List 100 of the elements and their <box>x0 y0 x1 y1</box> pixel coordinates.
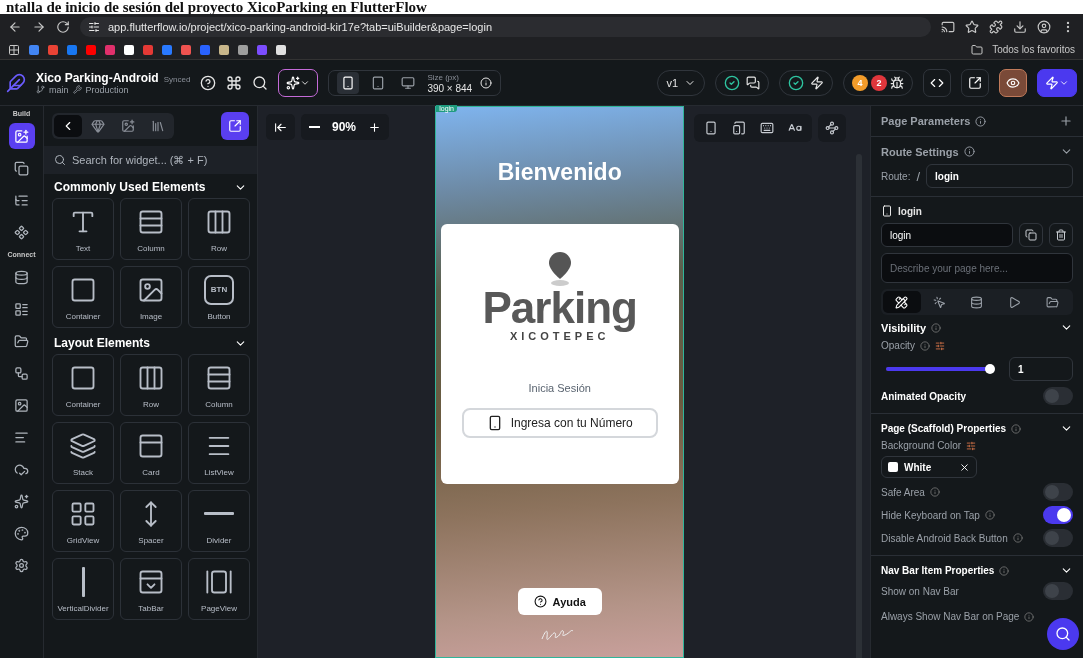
search-button[interactable] <box>1047 618 1079 650</box>
search-icon <box>54 154 66 166</box>
delete-button[interactable] <box>1049 223 1073 247</box>
chat-icon <box>746 75 760 90</box>
actions-icon <box>932 295 946 309</box>
cast-icon <box>941 20 955 34</box>
opacity-field[interactable]: 1 <box>1009 357 1073 381</box>
group-title: Layout Elements <box>54 336 151 350</box>
extensions-icon <box>989 20 1003 34</box>
widget-tile[interactable]: Column <box>120 198 182 260</box>
folder-icon <box>971 43 984 56</box>
widget-search-field[interactable]: Search for widget... (⌘ + F) <box>44 146 257 174</box>
toggle-switch[interactable] <box>1043 387 1073 405</box>
lightning-icon <box>1045 75 1059 90</box>
widget-tile[interactable]: Column <box>188 354 250 416</box>
toggle-switch[interactable] <box>1043 529 1073 547</box>
info-icon <box>1012 533 1023 543</box>
preview-button[interactable] <box>999 68 1027 97</box>
login-prompt: Inicia Sesión <box>528 382 591 394</box>
sparkles-icon <box>286 75 301 90</box>
widget-tile[interactable]: Row <box>120 354 182 416</box>
gem-icon <box>91 119 105 133</box>
address-bar[interactable]: app.flutterflow.io/project/xico-parking-android-kir17e?tab=uiBuilder&page=login <box>80 17 931 37</box>
device-button[interactable] <box>337 71 360 94</box>
properties-icon <box>895 295 909 309</box>
project-name: Xico Parking-Android <box>36 70 159 85</box>
keyboard-icon <box>760 121 775 135</box>
duplicate-button[interactable] <box>1019 223 1043 247</box>
size-label: Size (px) <box>427 71 460 83</box>
collapse-icon <box>274 120 287 134</box>
download-icon <box>1013 20 1027 34</box>
widget-tile[interactable]: Divider <box>188 490 250 552</box>
section-title: Route Settings <box>881 145 959 158</box>
info-icon <box>963 146 975 157</box>
toggle-switch[interactable] <box>1043 483 1073 501</box>
add-widget-button[interactable] <box>221 112 249 140</box>
branch-name[interactable]: main <box>49 84 69 95</box>
widget-tile[interactable]: Row <box>188 198 250 260</box>
bookmark-icon[interactable] <box>124 44 134 55</box>
info-icon <box>999 565 1010 576</box>
info-icon <box>984 510 995 520</box>
phone-icon <box>881 205 893 217</box>
toggle-switch[interactable] <box>1043 582 1073 600</box>
phone-login-button[interactable]: Ingresa con tu Número <box>461 408 658 438</box>
logo-word: Parking <box>482 286 637 330</box>
info-icon <box>480 76 493 89</box>
background-color-label: Background Color <box>881 440 962 451</box>
folder-icon <box>1045 295 1059 309</box>
code-button[interactable] <box>923 68 951 97</box>
property-tab[interactable] <box>883 291 921 313</box>
collapse-button[interactable] <box>266 114 295 140</box>
add-widget-button[interactable] <box>8 123 35 149</box>
widget-tile[interactable]: VerticalDivider <box>52 558 114 620</box>
environment-name[interactable]: Production <box>85 84 129 95</box>
widget-tile[interactable]: Spacer <box>120 490 182 552</box>
widget-tile[interactable]: Image <box>120 266 182 328</box>
page-name-field[interactable]: login <box>881 223 1013 247</box>
widget-tile[interactable]: Card <box>120 422 182 484</box>
bookmark-icon[interactable] <box>219 44 229 55</box>
share-button[interactable] <box>961 68 989 97</box>
widget-tile[interactable]: PageView <box>188 558 250 620</box>
widget-tile[interactable]: Container <box>52 354 114 416</box>
widget-tile[interactable]: Text <box>52 198 114 260</box>
forward-icon <box>32 20 46 34</box>
database-icon <box>14 269 29 285</box>
widget-tile[interactable]: BTN Button <box>188 266 250 328</box>
widget-tile[interactable]: GridView <box>52 490 114 552</box>
route-slash: / <box>916 168 921 184</box>
slider-thumb[interactable] <box>985 364 995 374</box>
panel-tab[interactable] <box>54 115 82 137</box>
description-field[interactable]: Describe your page here... <box>881 253 1073 283</box>
run-button[interactable] <box>1037 68 1077 97</box>
ai-button[interactable] <box>278 68 319 97</box>
logo-subtitle: XICOTEPEC <box>509 330 610 342</box>
layers-icon <box>69 431 97 460</box>
route-field[interactable]: login <box>926 164 1073 188</box>
bookmarks-folder[interactable]: Todos los favoritos <box>992 44 1075 55</box>
vertical-line-icon <box>81 566 85 597</box>
bug-icon <box>890 75 904 90</box>
help-button[interactable]: Ayuda <box>517 588 602 615</box>
toggle-switch[interactable] <box>1043 506 1073 524</box>
tablet-icon <box>371 75 386 90</box>
palette-icon <box>14 525 29 541</box>
widget-tile[interactable]: Container <box>52 266 114 328</box>
bookmark-icon[interactable] <box>238 44 248 55</box>
section-title: Visibility <box>881 321 927 334</box>
setting-label: Always Show Nav Bar on Page <box>881 611 1020 622</box>
map-pin-icon <box>548 252 571 286</box>
color-picker[interactable]: White <box>881 456 977 478</box>
zoom-level: 90% <box>332 120 357 134</box>
app-logo-icon <box>6 72 26 93</box>
schema-icon <box>14 301 29 317</box>
widget-tile[interactable]: TabBar <box>120 558 182 620</box>
profile-icon <box>1037 20 1051 34</box>
widget-tile[interactable]: Stack <box>52 422 114 484</box>
nodes-icon <box>825 121 840 135</box>
widget-tile[interactable]: ListView <box>188 422 250 484</box>
bookmark-icon[interactable] <box>276 44 286 55</box>
image-icon <box>14 397 29 413</box>
divider-icon <box>204 512 234 515</box>
